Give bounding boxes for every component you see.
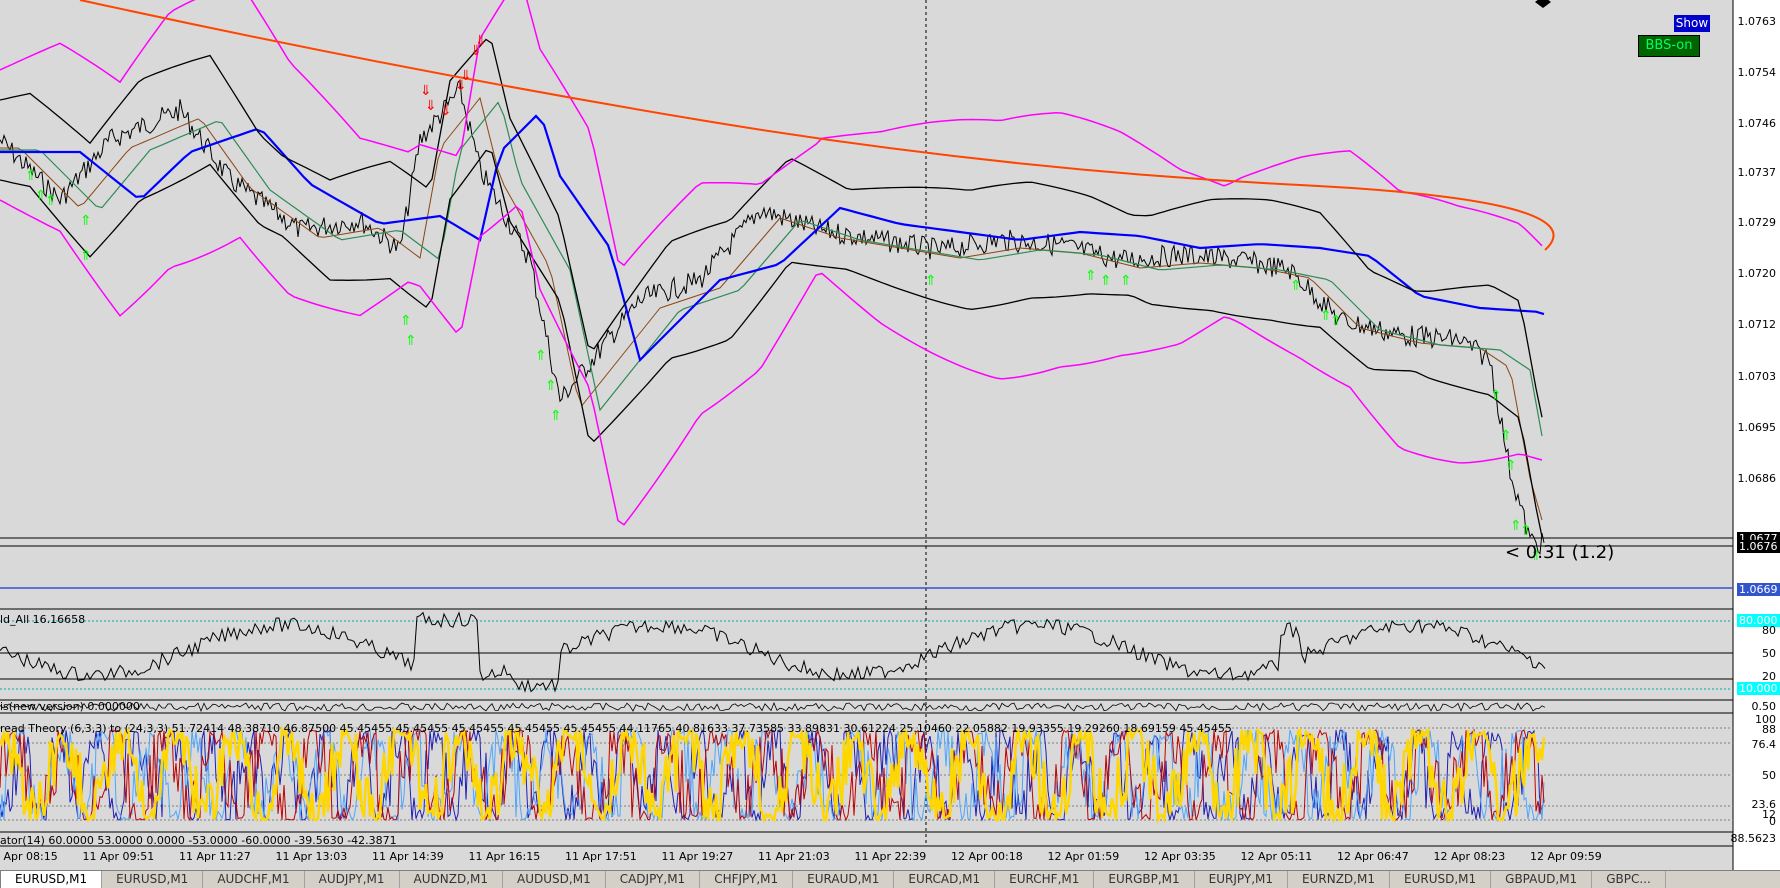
symbol-tab[interactable]: EURUSD,M1 — [102, 871, 204, 888]
buy-arrow-icon: ⇑ — [405, 333, 417, 349]
symbol-tab[interactable]: AUDUSD,M1 — [503, 871, 606, 888]
symbol-tab[interactable]: AUDNZD,M1 — [400, 871, 504, 888]
price-axis-label: 1.0754 — [1737, 66, 1777, 79]
level-tag-low: 10.000 — [1737, 682, 1780, 695]
price-axis-label: 1.0729 — [1737, 216, 1777, 229]
chart-canvas[interactable]: ⇑⇑⇑⇑⇑⇑⇑⇑⇑⇑⇑ ⇑ ⇑ ⇑ ⇑⇑⇑⇑⇑⇑⇑⇑⇑⇓⇓ ⇓⇓⇓⇓⇓ — [0, 0, 1780, 887]
buy-arrow-icon: ⇑ — [1100, 273, 1112, 289]
buy-arrow-icon: ⇑ — [400, 313, 412, 329]
buy-arrow-icon: ⇑ — [80, 213, 92, 229]
buy-arrow-icon: ⇑ — [25, 168, 37, 184]
indicator-label-sub1: ld_All 16.16658 — [0, 613, 86, 626]
time-axis-label: 11 Apr 08:15 — [0, 850, 58, 863]
sell-arrow-icon: ⇓ — [460, 68, 472, 84]
time-axis-label: 12 Apr 03:35 — [1144, 850, 1216, 863]
symbol-tab[interactable]: CHFJPY,M1 — [700, 871, 794, 888]
sub1-axis-label: 80 — [1762, 624, 1776, 637]
buy-arrow-icon: ⇑ — [80, 248, 92, 264]
symbol-tab[interactable]: EURNZD,M1 — [1288, 871, 1390, 888]
symbol-tab-bar: EURUSD,M1 EURUSD,M1 AUDCHF,M1 AUDJPY,M1 AUDN… — [0, 870, 1780, 888]
sub3-axis-label: 0 — [1769, 815, 1776, 828]
time-axis-label: 11 Apr 14:39 — [372, 850, 444, 863]
buy-arrow-icon: ⇑ — [1120, 273, 1132, 289]
bbs-toggle-button[interactable]: BBS-on — [1638, 35, 1700, 57]
time-axis-label: 12 Apr 00:18 — [951, 850, 1023, 863]
time-axis-label: 12 Apr 05:11 — [1240, 850, 1313, 863]
show-button[interactable]: Show — [1674, 15, 1710, 32]
symbol-tab[interactable]: EURAUD,M1 — [793, 871, 895, 888]
symbol-tab[interactable]: EURCHF,M1 — [995, 871, 1095, 888]
price-axis-label: 1.0720 — [1737, 267, 1777, 280]
time-axis-label: 12 Apr 06:47 — [1337, 850, 1409, 863]
price-axis-label: 1.0746 — [1737, 117, 1777, 130]
buy-arrow-icon: ⇑ — [545, 378, 557, 394]
buy-arrow-icon: ⇑ — [1330, 313, 1342, 329]
time-axis-label: 11 Apr 21:03 — [758, 850, 830, 863]
price-axis-label: 1.0737 — [1737, 166, 1777, 179]
symbol-tab[interactable]: AUDJPY,M1 — [305, 871, 400, 888]
sub4-axis-label: 88.5623 — [1730, 832, 1777, 845]
indicator-label-sub2: is(new version) 0.000000 — [0, 700, 140, 713]
price-annotation: < 0.31 (1.2) — [1505, 542, 1615, 563]
sub3-axis-label: 88 — [1762, 723, 1776, 736]
buy-arrow-icon: ⇑ — [925, 273, 937, 289]
symbol-tab[interactable]: GBPAUD,M1 — [1491, 871, 1593, 888]
symbol-tab[interactable]: GBPC... — [1592, 871, 1666, 888]
price-axis-label: 1.0712 — [1737, 318, 1777, 331]
sell-arrow-icon: ⇓ — [440, 103, 452, 119]
buy-arrow-icon: ⇑ — [535, 348, 547, 364]
time-axis-label: 11 Apr 11:27 — [179, 850, 251, 863]
sub1-axis-label: 20 — [1762, 670, 1776, 683]
sub3-axis-label: 50 — [1762, 769, 1776, 782]
buy-arrow-icon: ⇑ — [1085, 268, 1097, 284]
sell-arrow-icon: ⇓ — [425, 98, 437, 114]
symbol-tab[interactable]: EURCAD,M1 — [894, 871, 996, 888]
sell-arrow-icon: ⇓ — [475, 33, 487, 49]
time-axis-label: 12 Apr 08:23 — [1433, 850, 1506, 863]
price-tag-ask: 1.0676 — [1737, 540, 1780, 553]
buy-arrow-icon: ⇑ — [1290, 278, 1302, 294]
time-axis-label: 11 Apr 13:03 — [275, 850, 348, 863]
buy-arrow-icon: ⇑ — [45, 193, 57, 209]
sell-arrow-icon: ⇓ — [420, 83, 432, 99]
time-axis-label: 12 Apr 01:59 — [1047, 850, 1120, 863]
buy-arrow-icon: ⇑ — [1520, 523, 1532, 539]
time-axis-label: 11 Apr 17:51 — [565, 850, 637, 863]
price-tag-line: 1.0669 — [1737, 583, 1780, 596]
price-axis-label: 1.0763 — [1737, 15, 1777, 28]
time-axis-label: 11 Apr 16:15 — [468, 850, 541, 863]
symbol-tab[interactable]: EURJPY,M1 — [1195, 871, 1289, 888]
indicator-label-sub4: ator(14) 60.0000 53.0000 0.0000 -53.0000… — [0, 834, 397, 847]
time-axis-label: 11 Apr 22:39 — [854, 850, 927, 863]
sub1-axis-label: 50 — [1762, 647, 1776, 660]
buy-arrow-icon: ⇑ — [1505, 458, 1517, 474]
sub3-axis-label: 76.4 — [1751, 738, 1777, 751]
price-axis-label: 1.0703 — [1737, 370, 1777, 383]
sub2-axis-label: 0.50 — [1751, 700, 1777, 713]
time-axis-label: 12 Apr 09:59 — [1530, 850, 1602, 863]
symbol-tab[interactable]: EURUSD,M1 — [1390, 871, 1492, 888]
indicator-label-sub3: read Theory (6,3,3) to (24,3,3) 51.72414… — [0, 722, 1232, 735]
symbol-tab[interactable]: AUDCHF,M1 — [203, 871, 305, 888]
time-axis-label: 11 Apr 19:27 — [661, 850, 734, 863]
symbol-tab[interactable]: EURUSD,M1 — [0, 871, 103, 888]
price-axis-label: 1.0686 — [1737, 472, 1777, 485]
price-axis-label: 1.0695 — [1737, 421, 1777, 434]
time-axis-label: 11 Apr 09:51 — [82, 850, 155, 863]
buy-arrow-icon: ⇑ — [1490, 388, 1502, 404]
buy-arrow-icon: ⇑ — [550, 408, 562, 424]
symbol-tab[interactable]: CADJPY,M1 — [606, 871, 701, 888]
buy-arrow-icon: ⇑ — [1500, 428, 1512, 444]
symbol-tab[interactable]: EURGBP,M1 — [1094, 871, 1195, 888]
